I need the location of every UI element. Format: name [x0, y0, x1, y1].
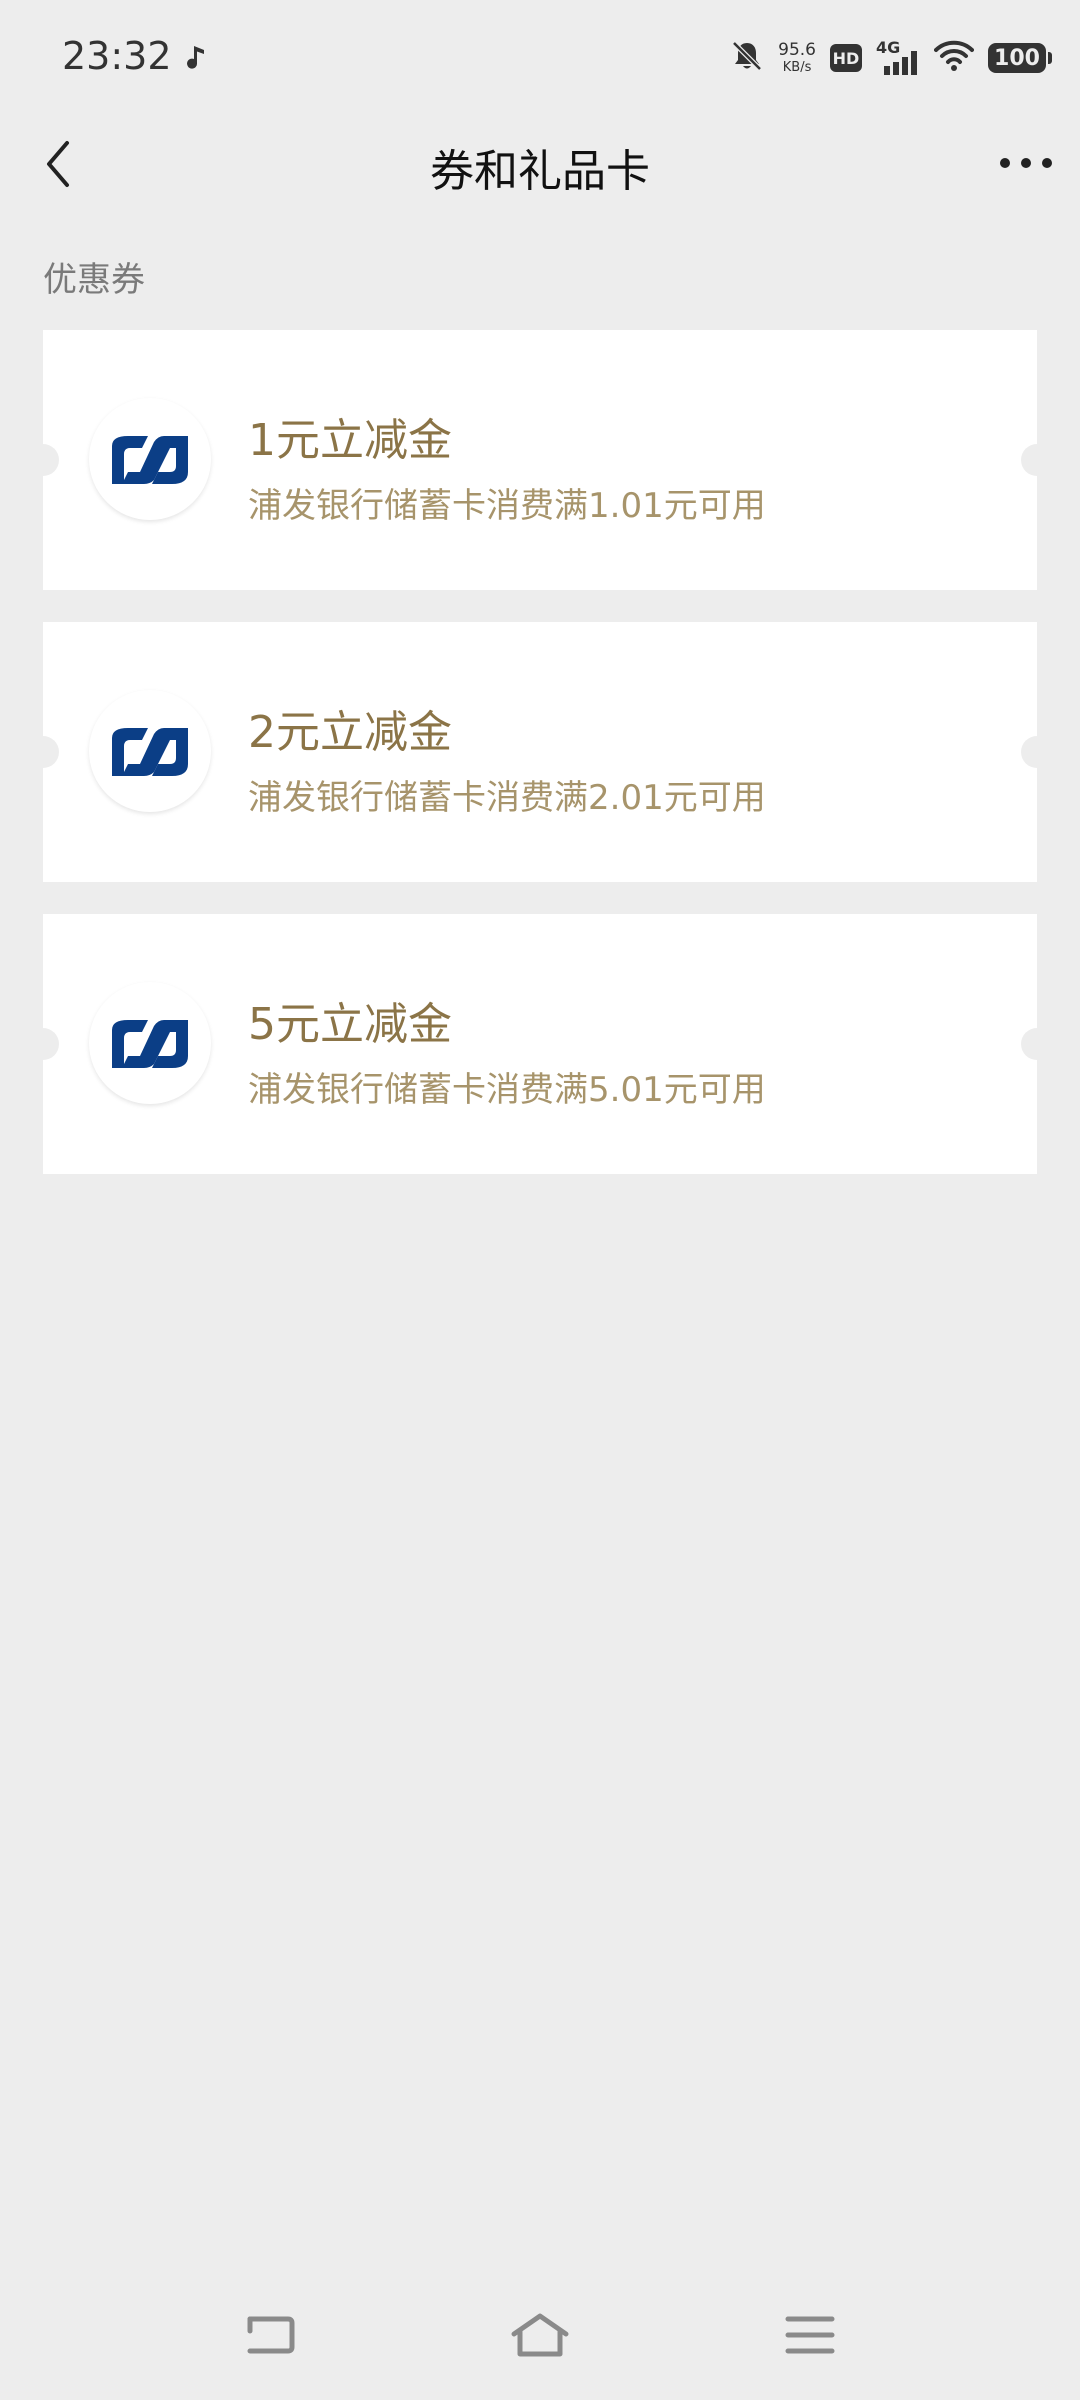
nav-menu-button[interactable] — [770, 2300, 850, 2370]
nav-back-button[interactable] — [230, 2300, 310, 2370]
nav-menu-icon — [785, 2316, 835, 2354]
coupon-card[interactable]: 5元立减金 浦发银行储蓄卡消费满5.01元可用 — [27, 914, 1053, 1174]
status-bar: 23:32 95.6 KB/s HD 4G 100 — [0, 0, 1080, 110]
card-notch — [27, 444, 59, 476]
status-right: 95.6 KB/s HD 4G 100 — [730, 36, 1052, 80]
net-speed-unit: KB/s — [782, 60, 812, 75]
coupon-description: 浦发银行储蓄卡消费满1.01元可用 — [248, 486, 766, 526]
spd-bank-logo-icon — [89, 982, 211, 1104]
status-time: 23:32 — [62, 34, 172, 78]
coupon-card[interactable]: 2元立减金 浦发银行储蓄卡消费满2.01元可用 — [27, 622, 1053, 882]
more-button[interactable] — [996, 138, 1056, 188]
coupon-card[interactable]: 1元立减金 浦发银行储蓄卡消费满1.01元可用 — [27, 330, 1053, 590]
music-note-icon — [186, 44, 208, 70]
card-notch — [1021, 1028, 1053, 1060]
more-horizontal-icon — [1000, 158, 1052, 168]
battery-indicator: 100 — [988, 43, 1052, 73]
wifi-icon — [934, 40, 974, 76]
coupon-description: 浦发银行储蓄卡消费满2.01元可用 — [248, 778, 766, 818]
section-label: 优惠券 — [43, 260, 145, 300]
card-notch — [27, 736, 59, 768]
net-speed: 95.6 KB/s — [778, 40, 816, 75]
coupon-description: 浦发银行储蓄卡消费满5.01元可用 — [248, 1070, 766, 1110]
coupon-title: 5元立减金 — [248, 999, 452, 1050]
nav-home-icon — [511, 2313, 569, 2357]
coupon-title: 1元立减金 — [248, 415, 452, 466]
nav-home-button[interactable] — [500, 2300, 580, 2370]
page-title: 券和礼品卡 — [430, 146, 650, 197]
nav-back-icon — [247, 2316, 295, 2354]
signal-bars-icon — [884, 51, 917, 75]
hd-badge: HD — [830, 44, 862, 72]
net-speed-value: 95.6 — [778, 40, 816, 60]
card-notch — [1021, 444, 1053, 476]
card-notch — [27, 1028, 59, 1060]
bell-off-icon — [730, 39, 764, 77]
coupon-list: 1元立减金 浦发银行储蓄卡消费满1.01元可用 2元立减金 浦发银行储蓄卡消费满… — [27, 330, 1053, 1206]
spd-bank-logo-icon — [89, 690, 211, 812]
card-notch — [1021, 736, 1053, 768]
signal-indicator: 4G — [876, 38, 920, 78]
header: 券和礼品卡 — [0, 110, 1080, 220]
spd-bank-logo-icon — [89, 398, 211, 520]
coupon-title: 2元立减金 — [248, 707, 452, 758]
system-nav-bar — [0, 2290, 1080, 2380]
